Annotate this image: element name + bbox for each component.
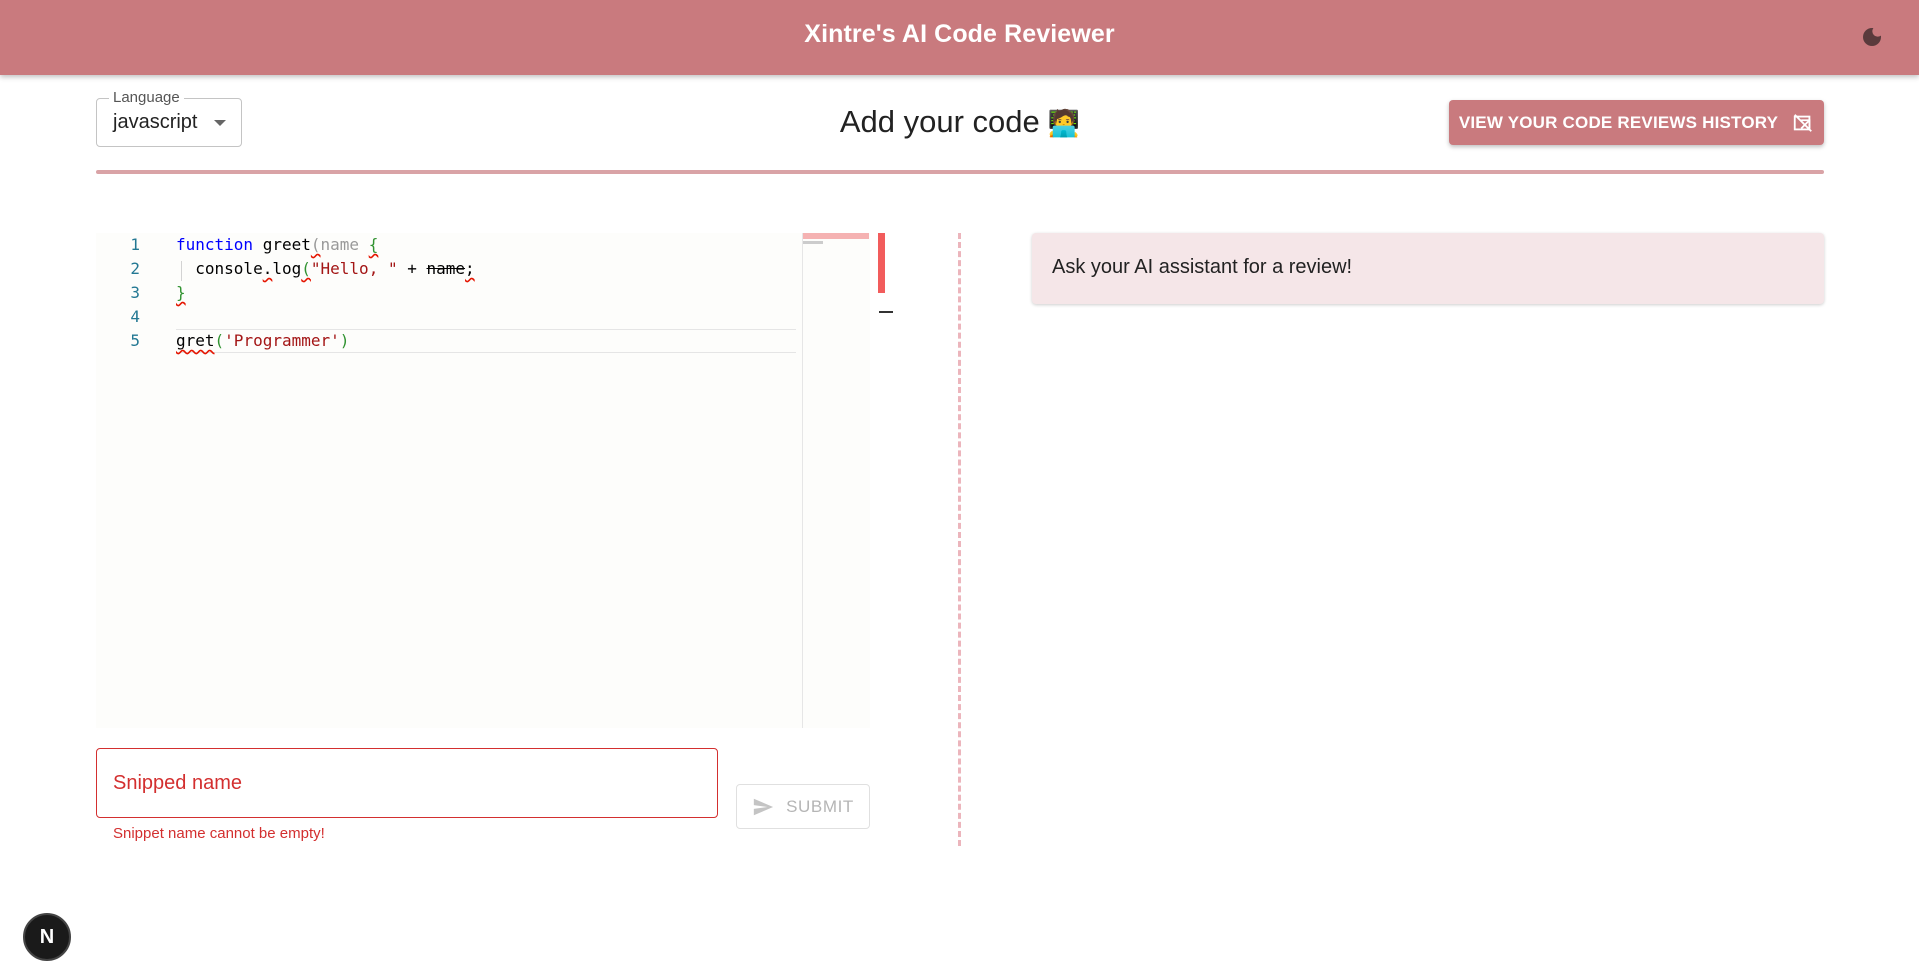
app-title: Xintre's AI Code Reviewer bbox=[804, 20, 1115, 48]
page-title-text: Add your code bbox=[839, 104, 1040, 139]
header-divider bbox=[96, 170, 1824, 174]
panel-divider bbox=[958, 233, 961, 846]
code-line: } bbox=[176, 283, 186, 302]
review-message-card: Ask your AI assistant for a review! bbox=[1032, 233, 1824, 304]
review-message: Ask your AI assistant for a review! bbox=[1052, 256, 1353, 278]
submit-button[interactable]: SUBMIT bbox=[736, 784, 870, 829]
send-icon bbox=[753, 798, 774, 815]
page-title: Add your code 🧑‍💻 bbox=[700, 104, 1220, 140]
snippet-name-error: Snippet name cannot be empty! bbox=[113, 825, 325, 842]
view-history-button[interactable]: VIEW YOUR CODE REVIEWS HISTORY bbox=[1449, 100, 1824, 145]
minimap-error-line bbox=[803, 233, 869, 239]
submit-button-label: SUBMIT bbox=[786, 796, 854, 816]
editor-minimap[interactable] bbox=[802, 233, 893, 728]
nextjs-dev-badge[interactable]: N bbox=[23, 913, 71, 961]
code-line: console.log("Hello, " + name; bbox=[176, 259, 475, 278]
line-number: 2 bbox=[130, 259, 140, 278]
line-number: 3 bbox=[130, 283, 140, 302]
snippet-name-input[interactable] bbox=[113, 749, 693, 817]
scrollbar-cursor-marker bbox=[879, 311, 893, 313]
code-line: function greet(name { bbox=[176, 235, 379, 254]
code-line: gret('Programmer') bbox=[176, 331, 350, 350]
language-select[interactable]: Language javascript bbox=[96, 89, 242, 147]
line-number: 4 bbox=[130, 307, 140, 326]
language-select-value: javascript bbox=[113, 111, 198, 133]
view-history-button-label: VIEW YOUR CODE REVIEWS HISTORY bbox=[1458, 112, 1779, 132]
minimap-line bbox=[803, 241, 823, 244]
app-bar: Xintre's AI Code Reviewer bbox=[0, 0, 1919, 75]
line-number-gutter: 1 2 3 4 5 bbox=[96, 233, 156, 728]
line-number: 5 bbox=[130, 331, 140, 350]
history-external-icon bbox=[1793, 113, 1813, 132]
snippet-name-field[interactable] bbox=[96, 748, 718, 818]
line-number: 1 bbox=[130, 235, 140, 254]
code-editor[interactable]: 1 2 3 4 5 function greet(name { console.… bbox=[96, 233, 893, 728]
chevron-down-icon bbox=[214, 120, 226, 126]
language-select-label: Language bbox=[109, 89, 184, 106]
technologist-emoji: 🧑‍💻 bbox=[1047, 108, 1081, 138]
code-content[interactable]: function greet(name { console.log("Hello… bbox=[176, 233, 796, 728]
theme-toggle-button[interactable] bbox=[1855, 20, 1889, 54]
scrollbar-error-marker bbox=[878, 233, 885, 293]
moon-icon bbox=[1863, 27, 1881, 46]
